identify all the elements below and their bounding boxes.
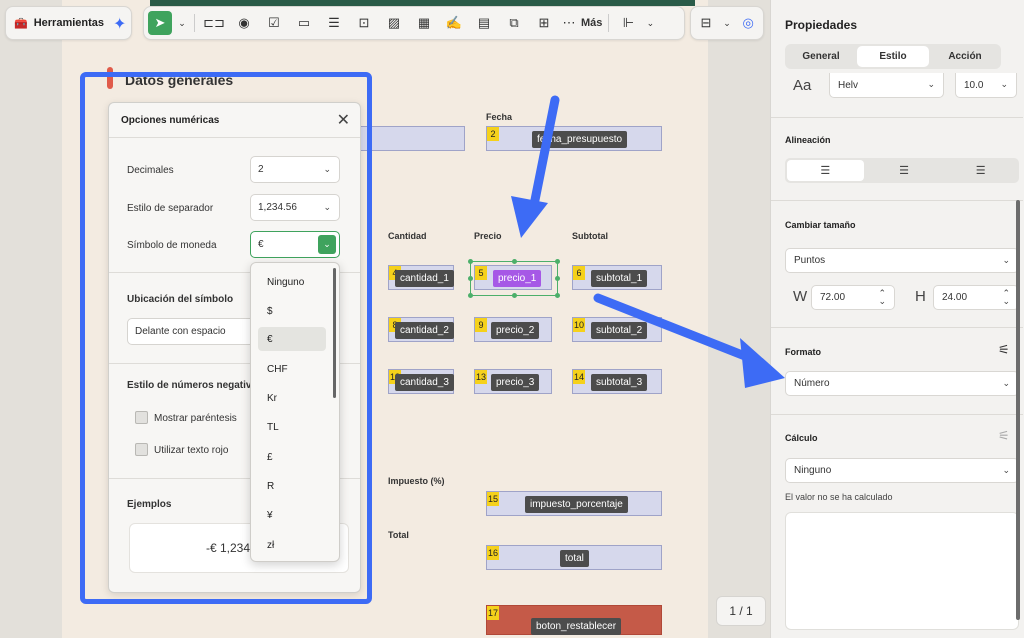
arrowhead (740, 338, 785, 388)
arrowhead (511, 196, 548, 238)
arrow-line (593, 293, 760, 365)
annotation-arrows (511, 95, 785, 388)
arrow-line (530, 95, 560, 205)
